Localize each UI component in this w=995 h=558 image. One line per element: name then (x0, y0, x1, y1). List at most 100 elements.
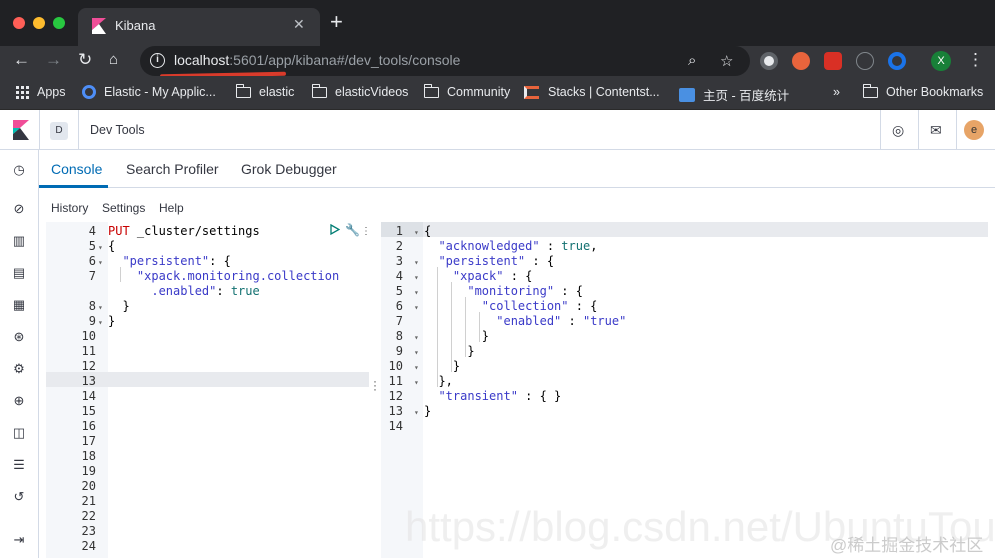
code-token: "monitoring" (467, 284, 555, 298)
extension-stop-hand-icon[interactable] (824, 52, 842, 70)
canvas-icon[interactable]: ▦ (11, 297, 27, 313)
bookmark-label: Other Bookmarks (886, 85, 984, 99)
line-number: 20 (81, 479, 96, 493)
kibana-header: D Dev Tools ◎ ✉ (0, 110, 995, 150)
user-avatar[interactable]: e (964, 120, 984, 140)
browser-tab[interactable]: Kibana ✕ (78, 8, 320, 46)
fold-toggle-icon[interactable]: ▾ (98, 300, 103, 315)
code-text: } (424, 329, 489, 344)
bookmark-elasticvideos-folder[interactable]: elasticVideos (311, 83, 408, 99)
fold-toggle-icon[interactable]: ▾ (414, 285, 419, 300)
fold-toggle-icon[interactable]: ▾ (414, 360, 419, 375)
line-number: 7 (88, 269, 96, 283)
extension-info-icon[interactable] (856, 52, 874, 70)
recently-viewed-clock-icon[interactable]: ◷ (11, 162, 27, 178)
tab-search-profiler[interactable]: Search Profiler (126, 161, 219, 177)
chart-icon (679, 87, 695, 102)
breadcrumb-dev-tools[interactable]: Dev Tools (90, 123, 145, 137)
menu-settings[interactable]: Settings (102, 201, 145, 215)
maximize-window-button[interactable] (53, 17, 65, 29)
code-token: } (424, 404, 432, 418)
home-icon[interactable]: ⌂ (109, 50, 118, 70)
fold-toggle-icon[interactable]: ▾ (414, 330, 419, 345)
fold-toggle-icon[interactable]: ▾ (414, 255, 419, 270)
wrench-settings-icon[interactable]: 🔧 (345, 223, 360, 237)
code-line: 8 ▾ } (46, 299, 369, 314)
minimize-window-button[interactable] (33, 17, 45, 29)
uptime-icon[interactable]: ☰ (11, 457, 27, 473)
fold-toggle-icon[interactable]: ▾ (414, 375, 419, 390)
bookmark-stacks[interactable]: Stacks | Contentst... (524, 85, 660, 99)
code-line: 7 "enabled" : "true" (381, 314, 988, 329)
bookmark-baidu-tongji[interactable]: 主页 - 百度统计 (679, 85, 789, 104)
resizer-handle-icon[interactable]: · · · (373, 375, 377, 395)
send-request-play-icon[interactable] (330, 224, 340, 235)
extension-blue-ring-icon[interactable] (888, 52, 906, 70)
dashboard-icon[interactable]: ▤ (11, 265, 27, 281)
line-number: 16 (81, 419, 96, 433)
collapse-nav-icon[interactable]: ⇥ (11, 532, 27, 548)
bookmarks-overflow-button[interactable]: » (833, 85, 840, 99)
help-icon[interactable]: ◎ (892, 122, 904, 139)
menu-history[interactable]: History (51, 201, 88, 215)
line-number: 3 (395, 254, 403, 268)
info-icon[interactable]: i (150, 53, 165, 68)
line-number: 13 (81, 374, 96, 388)
new-tab-button[interactable]: + (330, 11, 343, 33)
fold-toggle-icon[interactable]: ▾ (414, 225, 419, 240)
code-token: : { (209, 254, 231, 268)
fold-toggle-icon[interactable]: ▾ (98, 240, 103, 255)
address-bar[interactable]: i localhost:5601/app/kibana#/dev_tools/c… (140, 46, 750, 76)
close-window-button[interactable] (13, 17, 25, 29)
maps-pin-icon[interactable]: ⊛ (11, 329, 27, 345)
kibana-logo-icon[interactable] (12, 120, 30, 140)
bookmark-elastic-folder[interactable]: elastic (235, 83, 294, 99)
bookmark-star-icon[interactable]: ☆ (720, 52, 733, 70)
code-token: .enabled" (108, 284, 217, 298)
forward-arrow-icon[interactable]: → (45, 50, 62, 70)
code-text: } (424, 344, 474, 359)
line-number: 5 (88, 239, 96, 253)
bookmark-label: Apps (37, 85, 66, 99)
tab-close-icon[interactable]: ✕ (293, 16, 305, 33)
fold-toggle-icon[interactable]: ▾ (414, 405, 419, 420)
bookmark-apps[interactable]: Apps (16, 85, 66, 99)
discover-compass-icon[interactable]: ⊘ (11, 201, 27, 217)
visualize-chart-icon[interactable]: ▥ (11, 233, 27, 249)
fold-toggle-icon[interactable]: ▾ (414, 270, 419, 285)
siem-icon[interactable]: ⊕ (11, 393, 27, 409)
extension-record-icon[interactable] (760, 52, 778, 70)
url-text[interactable]: localhost:5601/app/kibana#/dev_tools/con… (174, 52, 460, 68)
fold-toggle-icon[interactable]: ▾ (414, 345, 419, 360)
code-line: 6 ▾ "persistent": { (46, 254, 369, 269)
profile-avatar[interactable]: X (931, 51, 951, 71)
back-arrow-icon[interactable]: ← (13, 50, 30, 70)
folder-icon (311, 83, 327, 98)
menu-help[interactable]: Help (159, 201, 184, 215)
space-avatar[interactable]: D (50, 122, 68, 140)
newsfeed-mail-icon[interactable]: ✉ (930, 122, 942, 139)
reload-icon[interactable]: ↻ (78, 50, 92, 70)
fold-toggle-icon[interactable]: ▾ (414, 300, 419, 315)
tab-grok-debugger[interactable]: Grok Debugger (241, 161, 337, 177)
logs-icon[interactable]: ◫ (11, 425, 27, 441)
console-request-editor[interactable]: 4 PUT _cluster/settings 5 ▾{6 ▾ "persistent"… (46, 222, 369, 558)
fold-toggle-icon[interactable]: ▾ (98, 255, 103, 270)
code-token: : { (568, 299, 598, 313)
code-line: 8 ▾ } (381, 329, 988, 344)
ml-icon[interactable]: ⚙ (11, 361, 27, 377)
folder-icon (862, 83, 878, 98)
code-line: 12 "transient" : { } (381, 389, 988, 404)
tab-console[interactable]: Console (51, 161, 102, 177)
bookmark-elastic-app[interactable]: Elastic - My Applic... (82, 85, 216, 99)
dev-tools-icon[interactable]: ↺ (11, 489, 27, 505)
extension-orange-icon[interactable] (792, 52, 810, 70)
bookmark-community-folder[interactable]: Community (423, 83, 510, 99)
browser-menu-icon[interactable]: ⋮ (967, 50, 984, 70)
bookmark-other-bookmarks[interactable]: Other Bookmarks (862, 83, 984, 99)
search-icon[interactable]: ⌕ (688, 52, 696, 69)
code-line: 16 (46, 419, 369, 434)
fold-toggle-icon[interactable]: ▾ (98, 315, 103, 330)
